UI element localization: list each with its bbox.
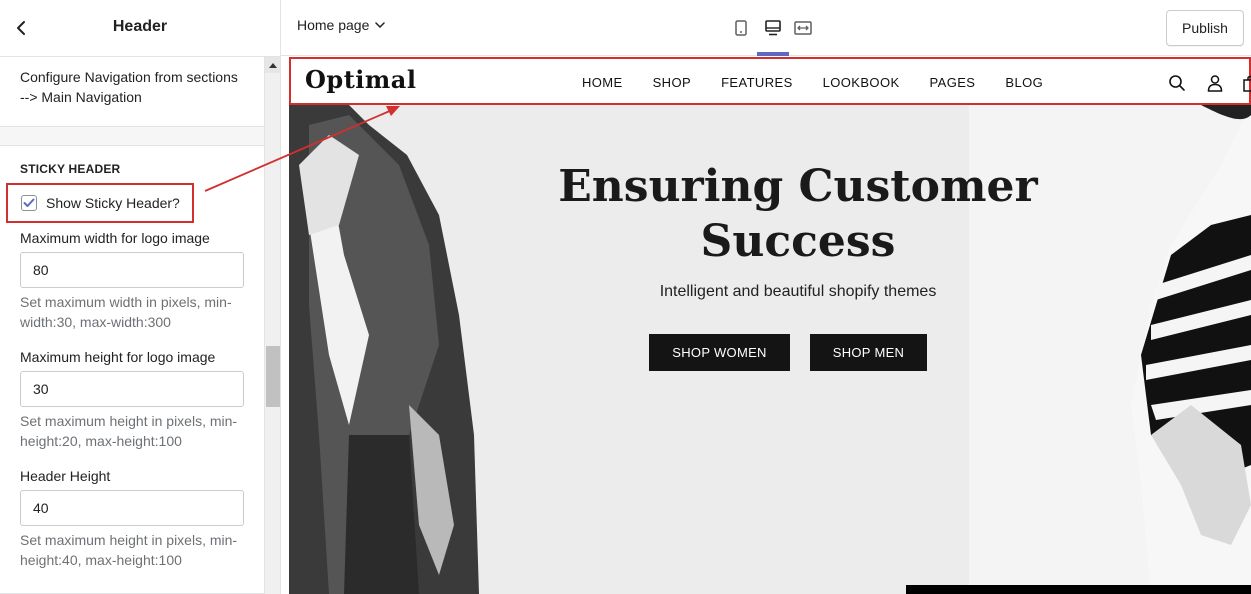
settings-sidebar: Header Configure Navigation from section… [0, 0, 281, 594]
hero-banner: Ensuring Customer Success Intelligent an… [289, 105, 1251, 594]
navigation-note-card: Configure Navigation from sections --> M… [0, 57, 264, 127]
nav-item-pages[interactable]: PAGES [930, 75, 976, 90]
sticky-header-heading: STICKY HEADER [20, 162, 121, 176]
chevron-down-icon [375, 22, 386, 28]
store-logo[interactable]: Optimal [305, 65, 416, 94]
show-sticky-header-checkbox[interactable]: Show Sticky Header? [6, 183, 194, 223]
logo-max-width-label: Maximum width for logo image [20, 230, 210, 246]
page-selector[interactable]: Home page [297, 17, 386, 33]
hero-subtitle: Intelligent and beautiful shopify themes [659, 283, 937, 300]
publish-button[interactable]: Publish [1166, 10, 1244, 46]
search-icon[interactable] [1168, 74, 1186, 92]
logo-max-height-help: Set maximum height in pixels, min-height… [20, 413, 238, 449]
sidebar-title: Header [112, 18, 168, 35]
hero-model-right-image [1131, 105, 1251, 594]
store-main-navigation: HOME SHOP FEATURES LOOKBOOK PAGES BLOG [582, 75, 1073, 90]
nav-item-features[interactable]: FEATURES [721, 75, 793, 90]
theme-editor: Header Configure Navigation from section… [0, 0, 1251, 594]
desktop-view-button[interactable] [760, 14, 786, 42]
desktop-icon [765, 20, 781, 36]
sidebar-scrollbar[interactable] [264, 57, 280, 594]
scroll-up-arrow-icon[interactable] [265, 57, 280, 73]
logo-max-height-input[interactable] [20, 371, 244, 407]
page-selector-label: Home page [297, 17, 370, 33]
header-height-help: Set maximum height in pixels, min-height… [20, 532, 238, 568]
hero-title: Ensuring Customer Success [558, 161, 1038, 267]
shop-women-button[interactable]: SHOP WOMEN [649, 334, 790, 371]
nav-item-home[interactable]: HOME [582, 75, 623, 90]
checkbox-label: Show Sticky Header? [46, 195, 180, 211]
editor-topbar: Home page Publish [281, 0, 1251, 56]
account-icon[interactable] [1206, 74, 1224, 92]
mobile-view-button[interactable] [728, 14, 754, 42]
mobile-icon [735, 20, 747, 36]
next-section-strip [906, 585, 1251, 594]
store-preview: Ensuring Customer Success Intelligent an… [289, 57, 1251, 594]
sidebar-header: Header [0, 0, 280, 57]
shop-men-button[interactable]: SHOP MEN [810, 334, 927, 371]
checkbox-box[interactable] [21, 195, 37, 211]
header-height-label: Header Height [20, 468, 111, 484]
nav-item-blog[interactable]: BLOG [1005, 75, 1043, 90]
header-height-input[interactable] [20, 490, 244, 526]
navigation-note: Configure Navigation from sections --> M… [20, 69, 238, 105]
scrollbar-thumb[interactable] [266, 346, 280, 407]
nav-item-shop[interactable]: SHOP [653, 75, 691, 90]
checkmark-icon [23, 198, 35, 207]
sticky-header-card: STICKY HEADER Show Sticky Header? Maximu… [0, 145, 264, 594]
logo-max-width-help: Set maximum width in pixels, min-width:3… [20, 294, 232, 330]
logo-max-height-label: Maximum height for logo image [20, 349, 216, 365]
cart-icon[interactable] [1242, 74, 1251, 92]
store-header: Optimal HOME SHOP FEATURES LOOKBOOK PAGE… [289, 57, 1251, 105]
active-device-indicator [757, 52, 789, 56]
nav-item-lookbook[interactable]: LOOKBOOK [823, 75, 900, 90]
fullscreen-view-button[interactable] [790, 14, 816, 42]
sidebar-scroll-area: Configure Navigation from sections --> M… [0, 57, 264, 594]
fullscreen-icon [794, 21, 812, 35]
logo-max-width-input[interactable] [20, 252, 244, 288]
